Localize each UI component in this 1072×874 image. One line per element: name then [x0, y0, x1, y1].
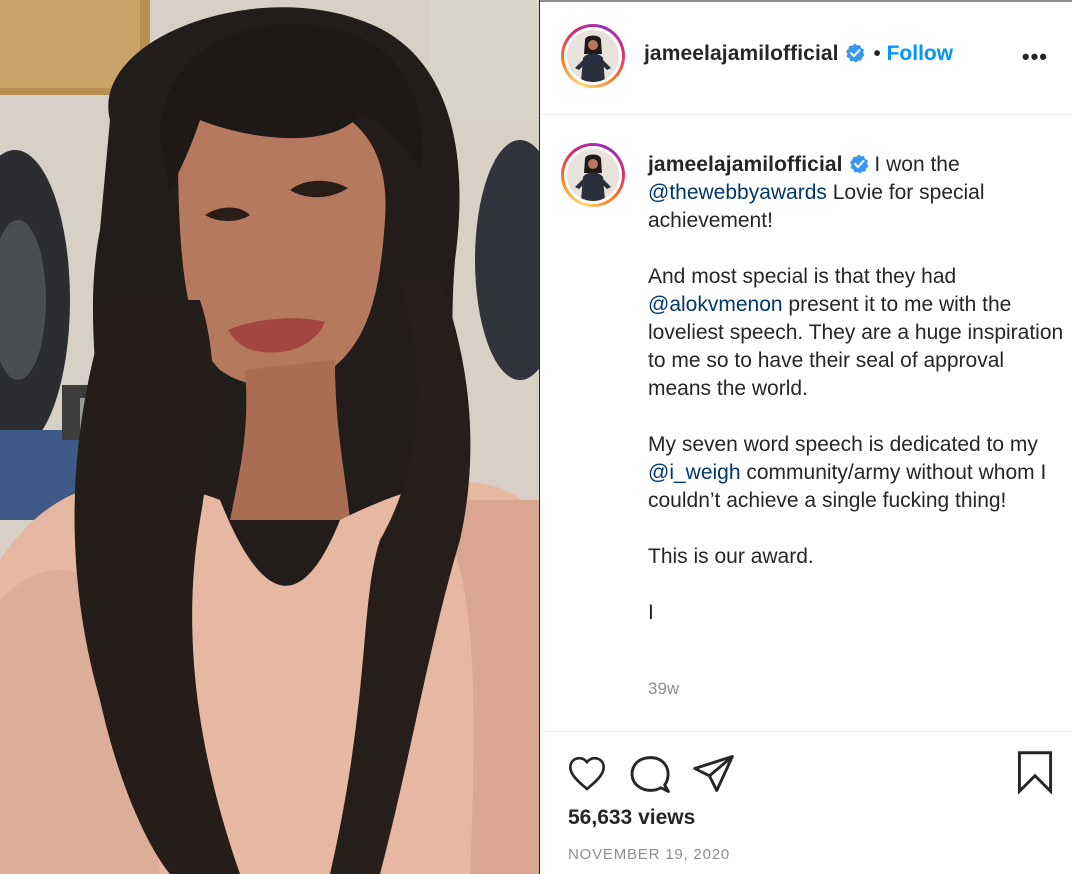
caption-text-span: My seven word speech is dedicated to my [648, 433, 1038, 456]
header-username[interactable]: jameelajamilofficial [644, 42, 839, 65]
time-ago[interactable]: 39w [648, 679, 679, 699]
mention-link[interactable]: @thewebbyawards [648, 181, 827, 204]
more-options-icon[interactable]: ••• [1022, 44, 1048, 70]
verified-badge-icon [849, 154, 869, 174]
caption-avatar[interactable] [561, 143, 625, 207]
header-avatar[interactable] [561, 24, 625, 88]
caption-paragraph: My seven word speech is dedicated to my … [648, 431, 1068, 515]
caption-text-span: I won the [868, 153, 960, 176]
heart-icon[interactable] [566, 754, 608, 794]
caption-paragraph: This is our award. [648, 545, 814, 568]
caption-paragraph: And most special is that they had @alokv… [648, 263, 1068, 403]
mention-link[interactable]: @i_weigh [648, 461, 741, 484]
post-media[interactable] [0, 0, 539, 874]
post-sidebar: jameelajamilofficial • Follow ••• jameel… [540, 0, 1072, 874]
caption-username[interactable]: jameelajamilofficial [648, 153, 843, 176]
comment-icon[interactable] [628, 752, 672, 796]
post-photo [0, 0, 539, 874]
share-icon[interactable] [692, 752, 736, 796]
avatar-photo [567, 30, 619, 82]
bookmark-icon[interactable] [1016, 750, 1054, 794]
caption-area: jameelajamilofficial I won the @thewebby… [540, 115, 1072, 732]
follow-button[interactable]: Follow [887, 42, 954, 65]
view-count[interactable]: 56,633 views [568, 806, 695, 830]
header-separator: • [873, 43, 881, 65]
caption-text: jameelajamilofficial I won the @thewebby… [648, 151, 1068, 655]
action-bar: 56,633 views NOVEMBER 19, 2020 [540, 732, 1072, 874]
post-header: jameelajamilofficial • Follow ••• [540, 2, 1072, 115]
verified-badge-icon [845, 43, 865, 63]
instagram-post: jameelajamilofficial • Follow ••• jameel… [0, 0, 1072, 874]
mention-link[interactable]: @alokvmenon [648, 293, 783, 316]
caption-text-span: And most special is that they had [648, 265, 957, 288]
caption-paragraph: I [648, 601, 654, 624]
caption-paragraph: jameelajamilofficial I won the @thewebby… [648, 151, 1068, 235]
post-date[interactable]: NOVEMBER 19, 2020 [568, 846, 730, 863]
avatar-photo [567, 149, 619, 201]
